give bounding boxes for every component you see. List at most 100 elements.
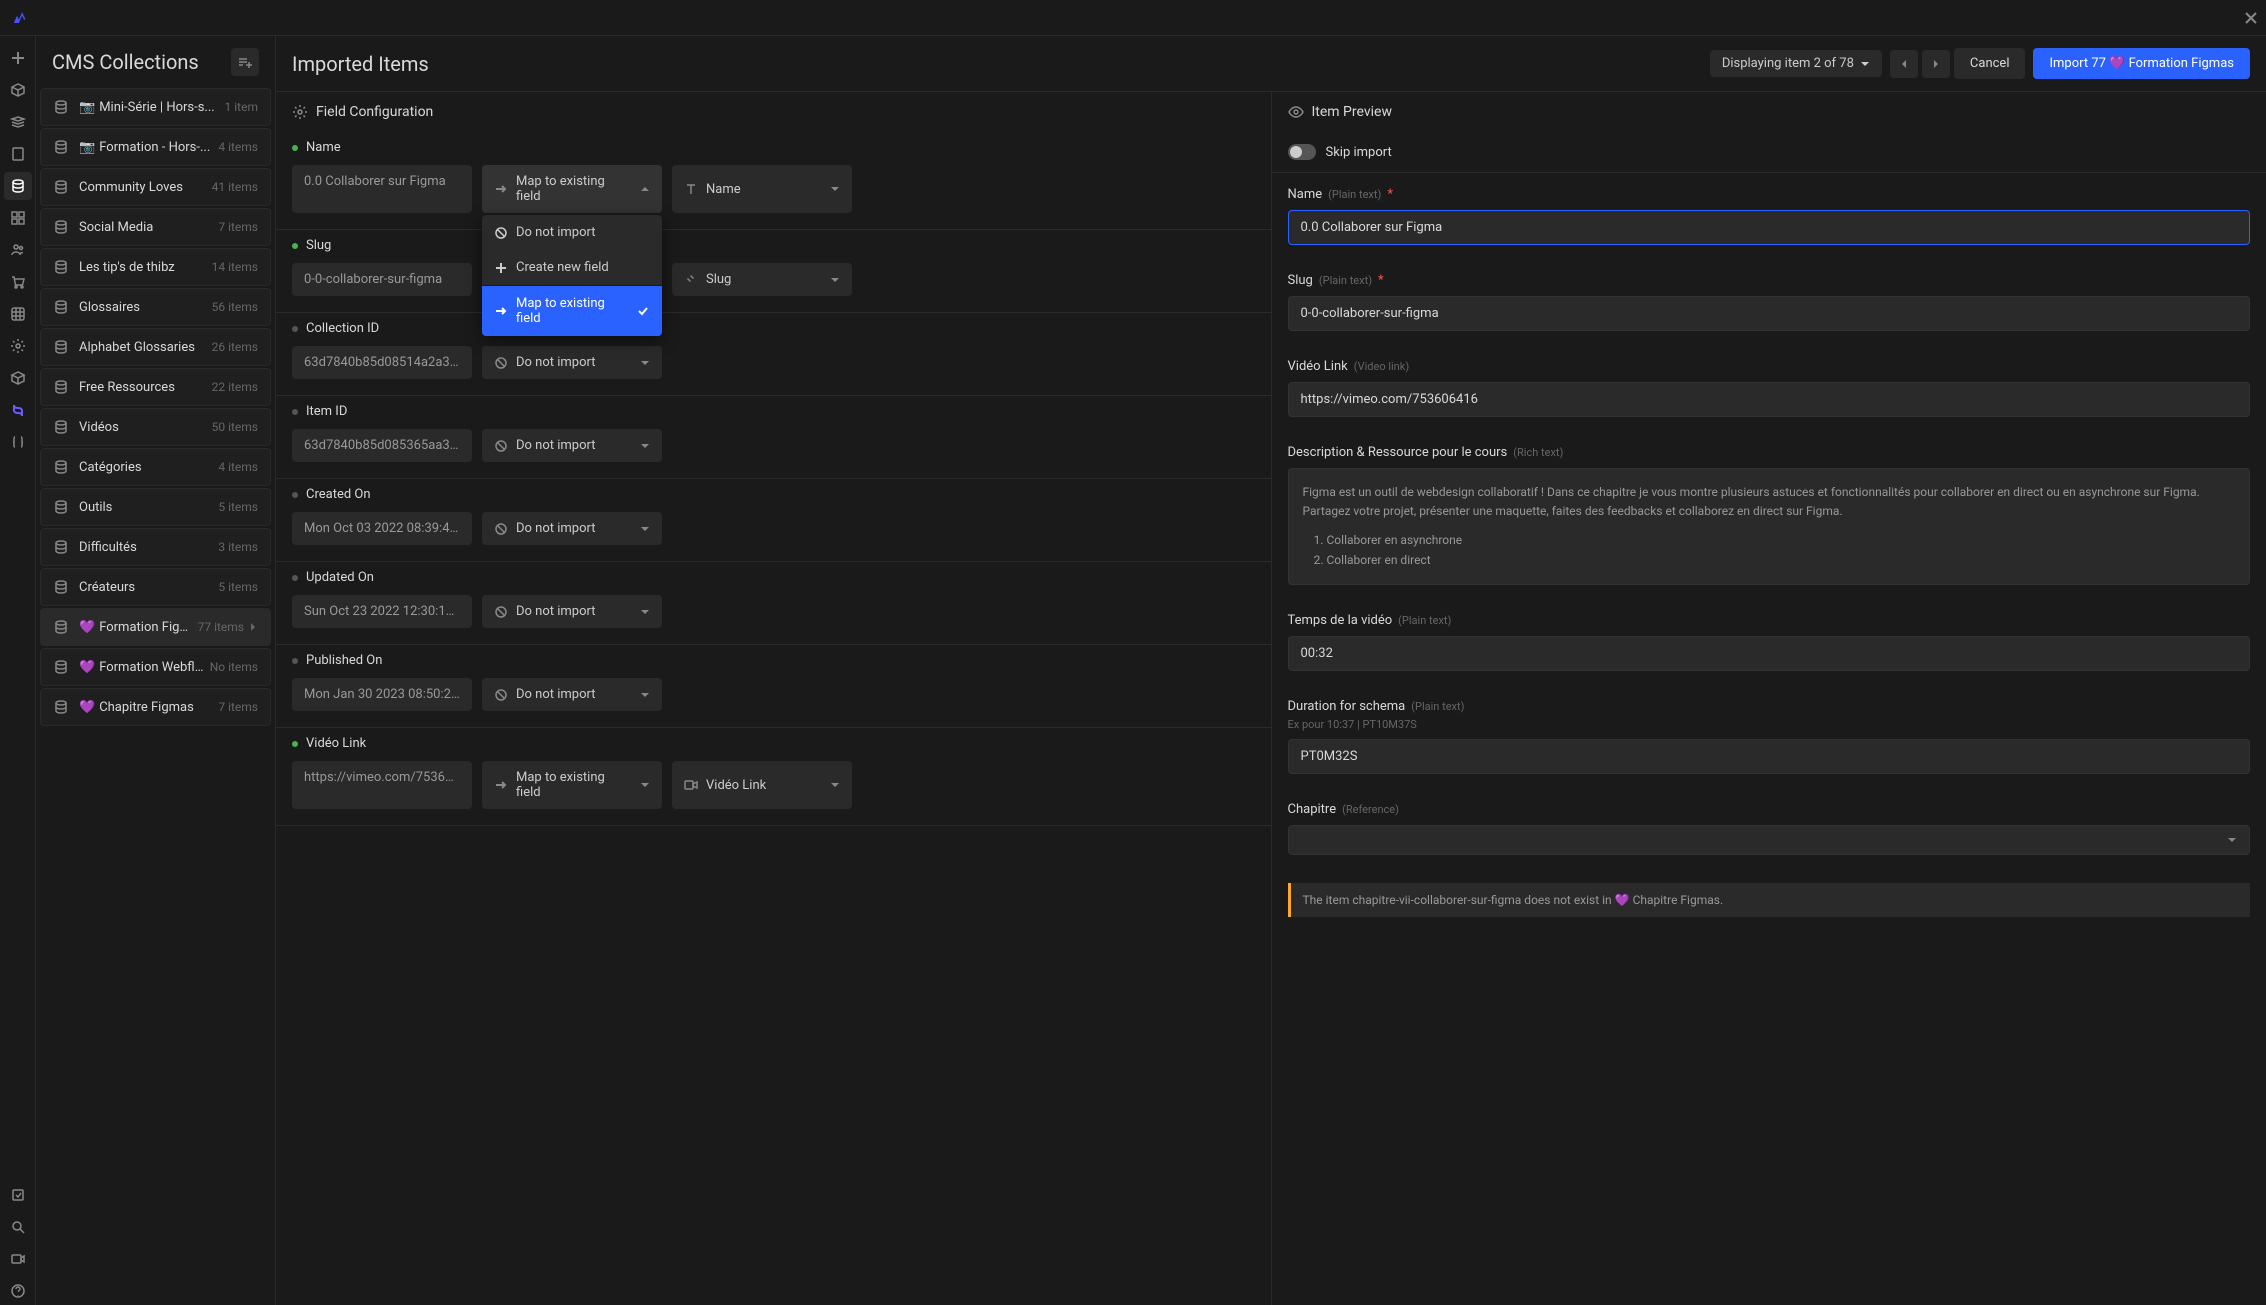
collection-name: Formation Webfl...	[99, 660, 204, 675]
preview-warning: The item chapitre-vii-collaborer-sur-fig…	[1288, 883, 2251, 917]
skip-import-toggle[interactable]	[1288, 144, 1316, 160]
database-icon	[53, 219, 69, 235]
dropdown-option-create-new[interactable]: Create new field	[482, 250, 662, 285]
import-button[interactable]: Import 77 💜 Formation Figmas	[2033, 48, 2250, 79]
collection-count: No items	[210, 660, 258, 674]
field-map-select[interactable]: Do not import	[482, 595, 662, 628]
settings-icon[interactable]	[4, 332, 32, 360]
logic-icon[interactable]	[4, 396, 32, 424]
preview-slug-label: Slug	[1288, 273, 1313, 288]
field-value: https://vimeo.com/75360641…	[292, 761, 472, 809]
field-value: Mon Oct 03 2022 08:39:42 G…	[292, 512, 472, 545]
video-icon	[684, 778, 698, 792]
box-icon[interactable]	[4, 364, 32, 392]
add-collection-button[interactable]	[231, 48, 259, 76]
collections-panel: CMS Collections 📷 Mini-Série | Hors-s...…	[36, 36, 276, 1305]
help-icon[interactable]	[4, 1277, 32, 1305]
preview-desc-li1: Collaborer en asynchrone	[1327, 531, 2236, 550]
field-map-text: Do not import	[516, 521, 632, 536]
collection-item[interactable]: 💜 Formation Webfl... No items	[40, 648, 271, 686]
collection-item[interactable]: Community Loves 41 items	[40, 168, 271, 206]
status-dot	[292, 492, 298, 498]
collection-item[interactable]: 📷 Formation - Hors-... 4 items	[40, 128, 271, 166]
cancel-button[interactable]: Cancel	[1954, 48, 2026, 79]
dropdown-option-map-existing[interactable]: Map to existing field	[482, 286, 662, 336]
variables-icon[interactable]	[4, 428, 32, 456]
collection-item[interactable]: Difficultés 3 items	[40, 528, 271, 566]
database-icon	[53, 499, 69, 515]
field-label-text: Item ID	[306, 404, 347, 419]
cube-icon[interactable]	[4, 76, 32, 104]
collection-item[interactable]: 📷 Mini-Série | Hors-s... 1 item	[40, 88, 271, 126]
dropdown-option-do-not-import[interactable]: Do not import	[482, 215, 662, 250]
field-row: Updated On Sun Oct 23 2022 12:30:15 GM… …	[276, 562, 1271, 645]
collection-item[interactable]: 💜 Formation Figm... 77 items	[40, 608, 271, 646]
collection-prefix: 💜	[79, 700, 95, 715]
field-config-column: Field Configuration Name 0.0 Collaborer …	[276, 92, 1272, 1305]
field-map-select[interactable]: Do not import	[482, 512, 662, 545]
item-counter[interactable]: Displaying item 2 of 78	[1710, 50, 1882, 77]
field-target-select[interactable]: Name	[672, 165, 852, 213]
users-icon[interactable]	[4, 236, 32, 264]
chevron-down-icon	[640, 690, 650, 700]
field-config-title: Field Configuration	[316, 104, 433, 120]
field-target-select[interactable]: Vidéo Link	[672, 761, 852, 809]
collection-name: Formation - Hors-...	[99, 140, 212, 155]
collection-item[interactable]: Catégories 4 items	[40, 448, 271, 486]
collection-item[interactable]: Créateurs 5 items	[40, 568, 271, 606]
collection-item[interactable]: Alphabet Glossaries 26 items	[40, 328, 271, 366]
field-map-select[interactable]: Map to existing field Do not import Crea…	[482, 165, 662, 213]
prev-item-button[interactable]	[1890, 50, 1918, 78]
field-target-text: Name	[706, 182, 822, 197]
collection-item[interactable]: 💜 Chapitre Figmas 7 items	[40, 688, 271, 726]
preview-desc-label: Description & Ressource pour le cours	[1288, 445, 1508, 460]
audit-icon[interactable]	[4, 1181, 32, 1209]
skip-import-row: Skip import	[1272, 132, 2266, 173]
collection-item[interactable]: Social Media 7 items	[40, 208, 271, 246]
preview-name-input[interactable]: 0.0 Collaborer sur Figma	[1288, 210, 2251, 245]
field-map-select[interactable]: Map to existing field	[482, 761, 662, 809]
collection-count: 7 items	[218, 700, 258, 714]
webflow-logo-icon	[8, 8, 28, 28]
collection-item[interactable]: Outils 5 items	[40, 488, 271, 526]
field-label-text: Updated On	[306, 570, 374, 585]
pages-icon[interactable]	[4, 140, 32, 168]
add-button[interactable]	[4, 44, 32, 72]
field-target-select[interactable]: Slug	[672, 263, 852, 296]
chevron-down-icon	[2227, 835, 2237, 845]
field-map-select[interactable]: Do not import	[482, 346, 662, 379]
field-map-text: Map to existing field	[516, 770, 632, 800]
close-icon[interactable]	[2244, 11, 2258, 25]
preview-desc-input[interactable]: Figma est un outil de webdesign collabor…	[1288, 468, 2251, 585]
field-row: Slug 0-0-collaborer-sur-figma Slug	[276, 230, 1271, 313]
preview-duration-input[interactable]: PT0M32S	[1288, 739, 2251, 774]
video-icon[interactable]	[4, 1245, 32, 1273]
cms-icon[interactable]	[4, 172, 32, 200]
preview-chapitre-input[interactable]	[1288, 825, 2251, 855]
search-icon[interactable]	[4, 1213, 32, 1241]
preview-video-input[interactable]: https://vimeo.com/753606416	[1288, 382, 2251, 417]
assets-icon[interactable]	[4, 204, 32, 232]
preview-video-label: Vidéo Link	[1288, 359, 1348, 374]
collection-item[interactable]: Les tip's de thibz 14 items	[40, 248, 271, 286]
database-icon	[53, 179, 69, 195]
field-row: Item ID 63d7840b85d085365aa3de3… Do not …	[276, 396, 1271, 479]
field-map-select[interactable]: Do not import	[482, 678, 662, 711]
collection-item[interactable]: Vidéos 50 items	[40, 408, 271, 446]
preview-temps-input[interactable]: 00:32	[1288, 636, 2251, 671]
layers-icon[interactable]	[4, 108, 32, 136]
collection-count: 5 items	[218, 580, 258, 594]
preview-slug-input[interactable]: 0-0-collaborer-sur-figma	[1288, 296, 2251, 331]
collection-item[interactable]: Glossaires 56 items	[40, 288, 271, 326]
check-icon	[636, 304, 650, 318]
collection-count: 26 items	[212, 340, 258, 354]
collection-item[interactable]: Free Ressources 22 items	[40, 368, 271, 406]
preview-duration-hint: Ex pour 10:37 | PT10M37S	[1288, 718, 2251, 731]
status-dot	[292, 243, 298, 249]
apps-icon[interactable]	[4, 300, 32, 328]
ecommerce-icon[interactable]	[4, 268, 32, 296]
database-icon	[53, 379, 69, 395]
field-value: 0.0 Collaborer sur Figma	[292, 165, 472, 213]
field-map-select[interactable]: Do not import	[482, 429, 662, 462]
next-item-button[interactable]	[1922, 50, 1950, 78]
